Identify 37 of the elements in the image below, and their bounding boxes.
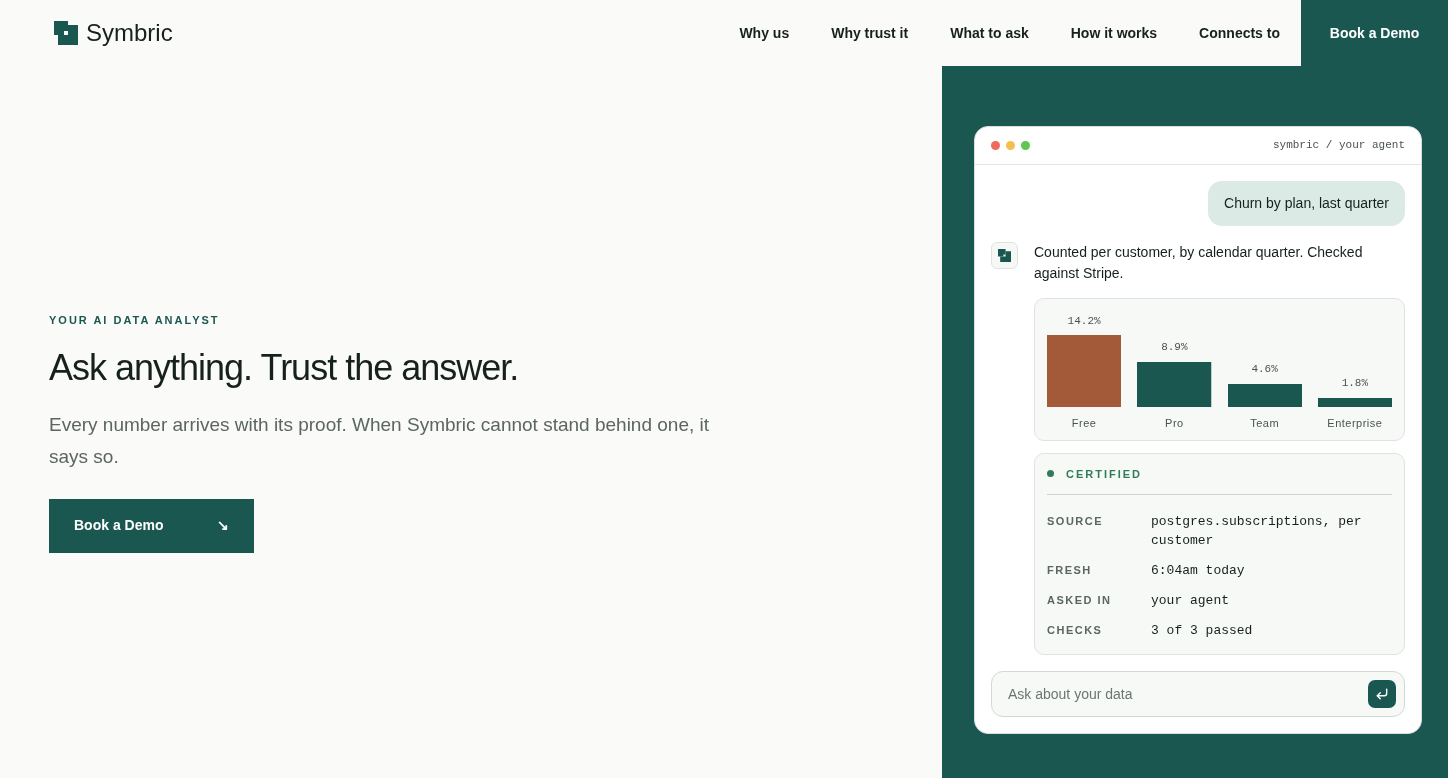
nav-link[interactable]: What to ask <box>929 22 1050 44</box>
field-value: your agent <box>1151 592 1230 610</box>
value-label: 8.9% <box>1161 340 1188 356</box>
field-value: postgres.subscriptions, per customer <box>1151 513 1363 550</box>
nav-link[interactable]: Why trust it <box>810 22 930 44</box>
book-demo-link[interactable]: Book a Demo <box>1301 0 1448 66</box>
field-label: CHECKS <box>1047 623 1104 638</box>
logo-text[interactable]: Symbric <box>86 15 173 51</box>
nav-link[interactable]: How it works <box>1049 22 1179 44</box>
agent-reply: Counted per customer, by calendar quarter. Checked against Stripe. <box>1034 243 1364 283</box>
category-label: Team <box>1250 416 1280 431</box>
window-path: symbric / your agent <box>1272 138 1405 154</box>
status-label: CERTIFIED <box>1066 466 1143 482</box>
nav-link[interactable]: Why us <box>718 22 811 44</box>
nav-link[interactable]: Connects to <box>1178 22 1301 44</box>
hero-title: Ask anything. Trust the answer. <box>49 345 520 390</box>
field-label: SOURCE <box>1047 514 1105 529</box>
value-label: 1.8% <box>1341 376 1369 392</box>
value-label: 14.2% <box>1067 313 1101 329</box>
category-label: Free <box>1071 416 1097 431</box>
ask-field[interactable]: Ask about your data <box>991 671 1405 717</box>
logo-icon <box>54 21 78 45</box>
field-label: ASKED IN <box>1047 593 1113 608</box>
send-button[interactable] <box>1368 680 1396 708</box>
user-message: Churn by plan, last quarter <box>1208 181 1405 226</box>
category-label: Enterprise <box>1327 416 1383 431</box>
ask-input[interactable]: Ask about your data <box>1008 672 1360 716</box>
value-label: 4.6% <box>1251 362 1278 378</box>
eyebrow: YOUR AI DATA ANALYST <box>49 313 221 328</box>
logo-icon <box>998 249 1011 262</box>
field-label: FRESH <box>1047 563 1093 578</box>
field-value: 6:04am today <box>1151 562 1246 580</box>
field-value: 3 of 3 passed <box>1151 622 1254 640</box>
hero-text: Every number arrives with its proof. When Symbric cannot stand behind one, it says so. <box>49 412 711 469</box>
book-demo-button[interactable]: Book a Demo ↘ <box>49 498 254 553</box>
enter-icon <box>1375 687 1389 701</box>
category-label: Pro <box>1165 416 1184 431</box>
